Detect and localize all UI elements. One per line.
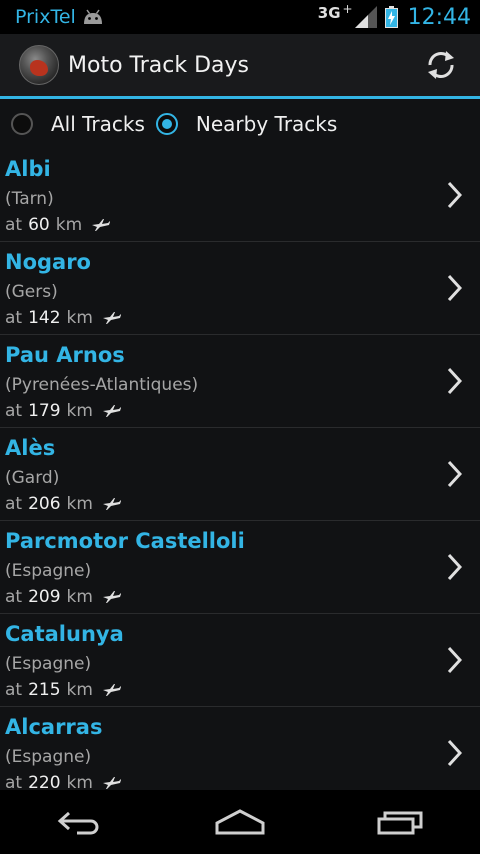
- distance-prefix: at: [5, 401, 23, 421]
- status-bar: PrixTel 3G + 12:44: [0, 0, 480, 34]
- track-region: (Espagne): [5, 747, 92, 767]
- distance-unit: km: [66, 401, 93, 421]
- distance-value: 179: [28, 401, 61, 421]
- distance-prefix: at: [5, 215, 23, 235]
- distance-value: 209: [28, 587, 61, 607]
- home-button[interactable]: [215, 807, 265, 837]
- action-bar: Moto Track Days: [0, 34, 480, 99]
- app-title: Moto Track Days: [68, 52, 249, 78]
- recent-apps-button[interactable]: [375, 807, 425, 837]
- distance-unit: km: [66, 308, 93, 328]
- list-item[interactable]: Parcmotor Castelloli (Espagne) at 209 km: [0, 521, 480, 614]
- radio-nearby-tracks[interactable]: Nearby Tracks: [145, 112, 337, 136]
- track-distance: at 142 km: [5, 308, 121, 328]
- track-distance: at 209 km: [5, 587, 121, 607]
- track-name: Alès: [5, 436, 56, 460]
- track-name: Nogaro: [5, 250, 91, 274]
- track-region: (Gard): [5, 468, 60, 488]
- plane-icon: [102, 684, 121, 696]
- refresh-icon[interactable]: [424, 48, 458, 82]
- distance-prefix: at: [5, 680, 23, 700]
- chevron-right-icon: [447, 274, 462, 302]
- battery-icon: [384, 6, 398, 28]
- track-distance: at 215 km: [5, 680, 121, 700]
- track-filter: All Tracks Nearby Tracks: [0, 99, 480, 149]
- track-list[interactable]: Albi (Tarn) at 60 km Nogaro (Gers) at 14…: [0, 149, 480, 790]
- distance-prefix: at: [5, 587, 23, 607]
- distance-prefix: at: [5, 773, 23, 790]
- distance-value: 206: [28, 494, 61, 514]
- track-distance: at 60 km: [5, 215, 111, 235]
- radio-button-checked[interactable]: [155, 113, 178, 135]
- android-icon: [83, 9, 102, 24]
- carrier-name: PrixTel: [15, 6, 76, 28]
- track-region: (Tarn): [5, 189, 54, 209]
- track-name: Pau Arnos: [5, 343, 125, 367]
- chevron-right-icon: [447, 181, 462, 209]
- distance-unit: km: [66, 587, 93, 607]
- network-type: 3G: [317, 4, 341, 22]
- distance-value: 220: [28, 773, 61, 790]
- list-item[interactable]: Pau Arnos (Pyrenées-Atlantiques) at 179 …: [0, 335, 480, 428]
- plane-icon: [102, 312, 121, 324]
- track-name: Parcmotor Castelloli: [5, 529, 245, 553]
- track-name: Alcarras: [5, 715, 103, 739]
- system-icons: 3G + 12:44: [317, 2, 480, 30]
- list-item[interactable]: Alès (Gard) at 206 km: [0, 428, 480, 521]
- chevron-right-icon: [447, 460, 462, 488]
- plane-icon: [102, 777, 121, 789]
- radio-label: All Tracks: [51, 112, 145, 136]
- distance-unit: km: [66, 773, 93, 790]
- distance-value: 215: [28, 680, 61, 700]
- radio-all-tracks[interactable]: All Tracks: [0, 112, 145, 136]
- track-name: Catalunya: [5, 622, 124, 646]
- track-distance: at 220 km: [5, 773, 121, 790]
- track-region: (Gers): [5, 282, 58, 302]
- distance-unit: km: [66, 494, 93, 514]
- track-region: (Espagne): [5, 561, 92, 581]
- clock: 12:44: [407, 4, 471, 30]
- signal-icon: [354, 6, 377, 28]
- plane-icon: [102, 498, 121, 510]
- navigation-bar: [0, 790, 480, 854]
- network-plus: +: [342, 2, 353, 16]
- plane-icon: [102, 591, 121, 603]
- distance-prefix: at: [5, 308, 23, 328]
- radio-label: Nearby Tracks: [195, 112, 338, 136]
- list-item[interactable]: Catalunya (Espagne) at 215 km: [0, 614, 480, 707]
- distance-prefix: at: [5, 494, 23, 514]
- back-button[interactable]: [55, 807, 105, 837]
- chevron-right-icon: [447, 553, 462, 581]
- distance-unit: km: [55, 215, 83, 235]
- list-item[interactable]: Alcarras (Espagne) at 220 km: [0, 707, 480, 790]
- list-item[interactable]: Albi (Tarn) at 60 km: [0, 149, 480, 242]
- chevron-right-icon: [447, 367, 462, 395]
- track-region: (Espagne): [5, 654, 92, 674]
- distance-unit: km: [66, 680, 93, 700]
- track-region: (Pyrenées-Atlantiques): [5, 375, 199, 395]
- distance-value: 60: [28, 215, 50, 235]
- home-icon: [215, 809, 265, 835]
- app-icon[interactable]: [19, 45, 59, 85]
- plane-icon: [102, 405, 121, 417]
- list-item[interactable]: Nogaro (Gers) at 142 km: [0, 242, 480, 335]
- track-distance: at 206 km: [5, 494, 121, 514]
- notification-area: PrixTel: [0, 6, 104, 28]
- recent-apps-icon: [377, 811, 423, 835]
- chevron-right-icon: [447, 739, 462, 767]
- plane-icon: [92, 219, 111, 231]
- track-distance: at 179 km: [5, 401, 121, 421]
- distance-value: 142: [28, 308, 61, 328]
- track-name: Albi: [5, 157, 51, 181]
- back-icon: [57, 811, 99, 835]
- radio-button[interactable]: [11, 113, 33, 135]
- chevron-right-icon: [447, 646, 462, 674]
